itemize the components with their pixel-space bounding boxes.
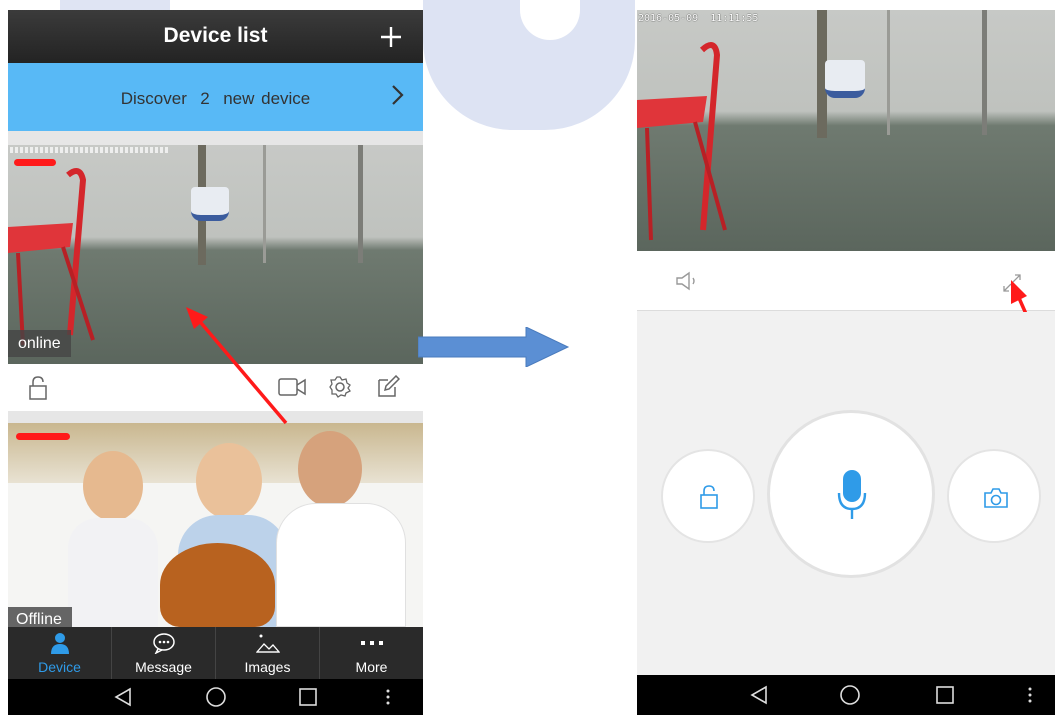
tutorial-composite: Device list Discover 2 new device online… bbox=[0, 0, 1055, 715]
image-icon bbox=[255, 634, 280, 653]
plus-icon bbox=[381, 27, 401, 47]
bottom-tab-bar: Device Message Images More bbox=[8, 627, 423, 679]
system-nav-bar bbox=[8, 679, 423, 715]
person bbox=[298, 431, 362, 507]
tab-device[interactable]: Device bbox=[8, 627, 112, 679]
recents-icon[interactable] bbox=[298, 687, 318, 707]
decor bbox=[263, 145, 266, 263]
tab-label: Device bbox=[38, 659, 81, 675]
tab-images[interactable]: Images bbox=[216, 627, 320, 679]
talk-button[interactable] bbox=[767, 410, 935, 578]
video-controls bbox=[637, 251, 1055, 367]
system-nav-bar bbox=[637, 675, 1055, 715]
camera-icon bbox=[984, 488, 1008, 508]
redaction-mark bbox=[14, 159, 56, 166]
add-device-button[interactable] bbox=[379, 16, 403, 56]
snapshot-button[interactable] bbox=[947, 449, 1041, 543]
settings-icon[interactable] bbox=[328, 375, 352, 399]
discover-banner[interactable]: Discover 2 new device bbox=[8, 63, 423, 131]
dog bbox=[160, 543, 275, 627]
tab-label: Message bbox=[135, 659, 192, 675]
person bbox=[83, 451, 143, 521]
divider bbox=[8, 131, 423, 145]
unlock-icon bbox=[700, 485, 718, 509]
decor bbox=[191, 187, 229, 221]
person bbox=[68, 518, 158, 627]
chat-bubble-icon bbox=[152, 633, 175, 654]
tab-label: Images bbox=[244, 659, 291, 675]
recents-icon[interactable] bbox=[935, 685, 955, 705]
home-icon[interactable] bbox=[205, 686, 227, 708]
overflow-icon[interactable] bbox=[1027, 686, 1033, 704]
overflow-icon[interactable] bbox=[385, 688, 391, 706]
back-icon[interactable] bbox=[114, 687, 132, 707]
person bbox=[196, 443, 262, 519]
annotation-arrow bbox=[186, 307, 288, 425]
home-icon[interactable] bbox=[839, 684, 861, 706]
page-title: Device list bbox=[163, 24, 268, 47]
watermark bbox=[60, 0, 170, 10]
red-chair bbox=[8, 168, 95, 346]
talk-panel bbox=[637, 312, 1055, 675]
edit-icon[interactable] bbox=[376, 375, 400, 399]
device-list-screen: Device list Discover 2 new device online… bbox=[8, 10, 423, 715]
device-preview-2[interactable]: Offline bbox=[8, 423, 423, 627]
discover-text: Discover 2 new device bbox=[120, 89, 311, 108]
status-badge: online bbox=[8, 330, 71, 357]
decor bbox=[887, 10, 890, 135]
header-bar: Device list bbox=[8, 10, 423, 63]
video-timestamp: 2016-05-09 11:11:55 bbox=[638, 13, 759, 24]
tab-label: More bbox=[355, 659, 388, 675]
decor bbox=[982, 10, 987, 135]
red-chair bbox=[637, 42, 727, 241]
live-video[interactable]: 2016-05-09 11:11:55 bbox=[637, 10, 1055, 251]
person-icon bbox=[50, 633, 69, 654]
redaction-mark bbox=[16, 433, 70, 440]
status-badge: Offline bbox=[8, 607, 72, 627]
tab-more[interactable]: More bbox=[320, 627, 423, 679]
person bbox=[276, 503, 406, 627]
decor bbox=[358, 145, 363, 263]
chevron-right-icon bbox=[392, 85, 404, 105]
live-view-screen: 2016-05-09 11:11:55 bbox=[637, 10, 1055, 715]
microphone-icon bbox=[837, 470, 867, 519]
tab-message[interactable]: Message bbox=[112, 627, 216, 679]
speaker-icon[interactable] bbox=[675, 271, 701, 291]
unlock-icon[interactable] bbox=[28, 375, 48, 401]
more-dots-icon bbox=[360, 641, 383, 645]
timestamp-overlay bbox=[10, 147, 170, 153]
decor bbox=[825, 60, 865, 98]
unlock-button[interactable] bbox=[661, 449, 755, 543]
flow-arrow bbox=[418, 327, 570, 367]
back-icon[interactable] bbox=[750, 685, 768, 705]
